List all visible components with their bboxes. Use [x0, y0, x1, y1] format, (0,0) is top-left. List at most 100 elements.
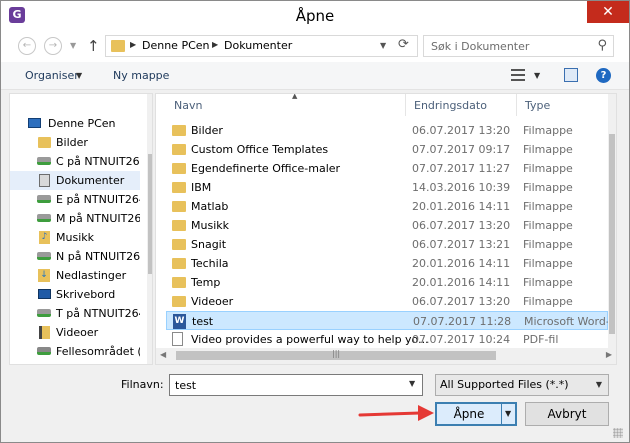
file-list-horizontal-scrollbar[interactable]: ◀ ||| ▶	[156, 348, 616, 364]
sidebar-item-drive-n[interactable]: N på NTNUIT2642	[10, 247, 140, 266]
chevron-down-icon[interactable]: ▼	[505, 409, 511, 418]
open-button[interactable]: Åpne ▼	[435, 402, 517, 426]
sidebar-item-this-pc[interactable]: Denne PCen	[10, 114, 140, 133]
column-header-name[interactable]: ▲ Navn	[166, 94, 406, 116]
music-icon: ♪	[39, 231, 50, 244]
chevron-down-icon[interactable]: ▼	[534, 71, 540, 80]
table-row[interactable]: Techila 20.01.2016 14:11 Filmappe	[166, 254, 608, 273]
file-date: 20.01.2016 14:11	[412, 276, 511, 289]
filename-input[interactable]	[169, 374, 423, 396]
address-bar[interactable]: ▶ Denne PCen ▶ Dokumenter ▼ ⟳	[105, 35, 418, 57]
table-row[interactable]: Custom Office Templates 07.07.2017 09:17…	[166, 140, 608, 159]
file-type: Filmappe	[523, 219, 573, 232]
file-name: Custom Office Templates	[191, 143, 329, 156]
table-row[interactable]: Videoer 06.07.2017 13:20 Filmappe	[166, 292, 608, 311]
folder-icon	[172, 182, 186, 193]
sidebar-item-drive-t[interactable]: T på NTNUIT2642	[10, 304, 140, 323]
desktop-icon	[38, 289, 51, 299]
split-divider	[501, 404, 502, 424]
scrollbar-thumb[interactable]	[609, 134, 615, 334]
file-name: IBM	[191, 181, 212, 194]
recent-locations-caret-icon[interactable]: ▼	[70, 41, 76, 50]
title-bar: G Åpne ✕	[1, 1, 629, 30]
folder-icon	[172, 201, 186, 212]
sidebar-item-label: Fellesområdet (K:)	[56, 345, 140, 358]
downloads-icon: ↓	[38, 269, 50, 282]
table-row[interactable]: Bilder 06.07.2017 13:20 Filmappe	[166, 121, 608, 140]
sidebar-item-pictures[interactable]: Bilder	[10, 133, 140, 152]
sidebar-item-shared-drive[interactable]: Fellesområdet (K:)	[10, 342, 140, 361]
sidebar-item-drive-c[interactable]: C på NTNUIT2642	[10, 152, 140, 171]
table-row[interactable]: IBM 14.03.2016 10:39 Filmappe	[166, 178, 608, 197]
breadcrumb-item[interactable]: Denne PCen	[142, 39, 210, 52]
folder-icon	[172, 258, 186, 269]
file-name: test	[192, 315, 214, 328]
sidebar-item-music[interactable]: ♪ Musikk	[10, 228, 140, 247]
table-row[interactable]: Egendefinerte Office-maler 07.07.2017 11…	[166, 159, 608, 178]
close-button[interactable]: ✕	[587, 1, 629, 23]
sidebar-item-videos[interactable]: Videoer	[10, 323, 140, 342]
preview-pane-icon[interactable]	[564, 68, 578, 82]
file-list-vertical-scrollbar[interactable]	[608, 94, 616, 348]
table-row[interactable]: Video provides a powerful way to help yo…	[166, 330, 608, 349]
folder-icon	[172, 163, 186, 174]
help-icon[interactable]: ?	[596, 68, 611, 83]
chevron-down-icon: ▼	[595, 380, 602, 389]
file-type: Filmappe	[523, 124, 573, 137]
resize-grip-icon[interactable]	[613, 428, 623, 438]
file-type: Filmappe	[523, 200, 573, 213]
table-row[interactable]: Matlab 20.01.2016 14:11 Filmappe	[166, 197, 608, 216]
file-name: Techila	[191, 257, 229, 270]
cancel-button[interactable]: Avbryt	[525, 402, 609, 426]
videos-icon	[39, 326, 50, 339]
breadcrumb-separator-icon[interactable]: ▶	[130, 40, 136, 49]
breadcrumb-item[interactable]: Dokumenter	[224, 39, 292, 52]
folder-icon	[172, 239, 186, 250]
sidebar-item-label: Skrivebord	[56, 288, 116, 301]
organize-button[interactable]: Organiser	[25, 69, 79, 82]
scroll-right-icon[interactable]: ▶	[606, 350, 612, 359]
new-folder-button[interactable]: Ny mappe	[113, 69, 169, 82]
file-name: Videoer	[191, 295, 234, 308]
forward-button[interactable]: →	[44, 37, 62, 55]
search-icon[interactable]: ⚲	[597, 38, 607, 53]
view-options-icon[interactable]	[511, 69, 525, 81]
search-input[interactable]: Søk i Dokumenter ⚲	[423, 35, 614, 57]
up-button[interactable]: ↑	[87, 37, 100, 55]
sidebar-item-label: T på NTNUIT2642	[56, 307, 140, 320]
file-type: Microsoft Word-d	[524, 315, 617, 328]
sidebar-item-label: Bilder	[56, 136, 88, 149]
chevron-down-icon: ▼	[76, 71, 83, 80]
back-button[interactable]: ←	[18, 37, 36, 55]
column-header-label: Navn	[174, 99, 203, 112]
file-date: 06.07.2017 13:20	[412, 219, 511, 232]
file-type-filter-select[interactable]: All Supported Files (*.*) ▼	[435, 374, 609, 396]
file-date: 20.01.2016 14:11	[412, 200, 511, 213]
sidebar-scrollbar[interactable]	[147, 94, 152, 364]
file-date: 06.07.2017 13:20	[412, 124, 511, 137]
refresh-icon[interactable]: ⟳	[398, 37, 409, 52]
sidebar-item-label: Videoer	[56, 326, 99, 339]
file-type: Filmappe	[523, 295, 573, 308]
table-row[interactable]: Musikk 06.07.2017 13:20 Filmappe	[166, 216, 608, 235]
file-date: 07.07.2017 10:24	[412, 333, 511, 346]
table-row[interactable]: Snagit 06.07.2017 13:21 Filmappe	[166, 235, 608, 254]
column-header-type[interactable]: Type	[517, 94, 607, 116]
scrollbar-thumb[interactable]	[148, 154, 152, 274]
table-row[interactable]: Temp 20.01.2016 14:11 Filmappe	[166, 273, 608, 292]
column-header-date[interactable]: Endringsdato	[406, 94, 517, 116]
sidebar-item-desktop[interactable]: Skrivebord	[10, 285, 140, 304]
address-dropdown-icon[interactable]: ▼	[380, 41, 386, 50]
sidebar-item-documents[interactable]: Dokumenter	[10, 171, 140, 190]
red-arrow-icon	[358, 405, 434, 421]
drive-icon	[37, 252, 51, 260]
sidebar-item-downloads[interactable]: ↓ Nedlastinger	[10, 266, 140, 285]
table-row-selected[interactable]: W test 07.07.2017 11:28 Microsoft Word-d	[166, 311, 616, 330]
file-name: Snagit	[191, 238, 227, 251]
sidebar-item-drive-e[interactable]: E på NTNUIT2642	[10, 190, 140, 209]
folder-icon	[172, 144, 186, 155]
scroll-left-icon[interactable]: ◀	[160, 350, 166, 359]
breadcrumb-separator-icon[interactable]: ▶	[212, 40, 218, 49]
chevron-down-icon[interactable]: ▼	[409, 379, 415, 388]
sidebar-item-drive-m[interactable]: M på NTNUIT2642	[10, 209, 140, 228]
